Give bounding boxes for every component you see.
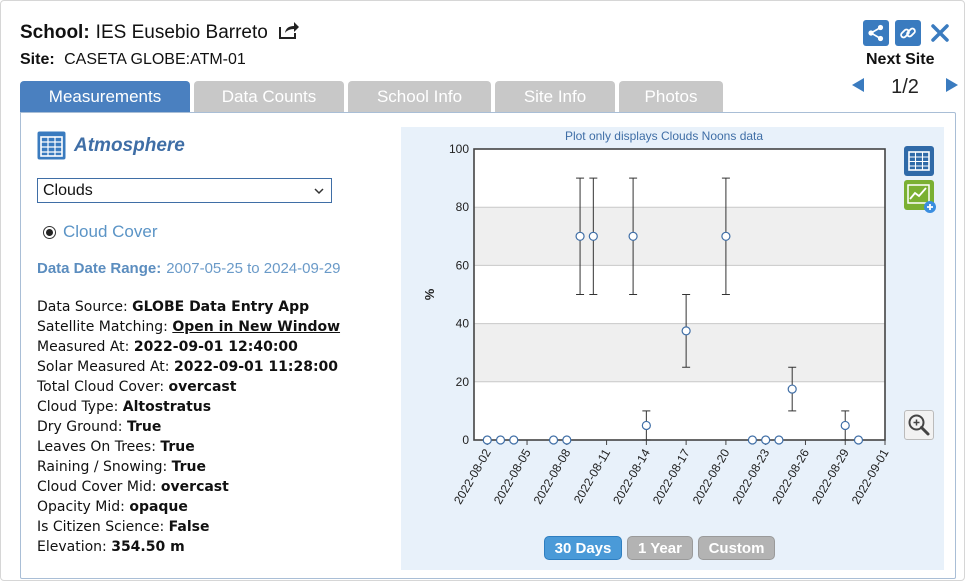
range-1-year-button[interactable]: 1 Year <box>627 536 693 560</box>
site-label: Site: <box>20 51 55 68</box>
range-30-days-button[interactable]: 30 Days <box>544 536 622 560</box>
detail-label: Leaves On Trees: <box>37 439 156 455</box>
detail-label: Measured At: <box>37 339 130 355</box>
detail-row: Solar Measured At: 2022-09-01 11:28:00 <box>37 357 340 377</box>
detail-row: Measured At: 2022-09-01 12:40:00 <box>37 337 340 357</box>
range-buttons: 30 Days 1 Year Custom <box>544 536 775 560</box>
external-link-icon[interactable] <box>278 20 300 46</box>
detail-value: GLOBE Data Entry App <box>132 299 310 315</box>
detail-label: Total Cloud Cover: <box>37 379 165 395</box>
detail-label: Raining / Snowing: <box>37 459 168 475</box>
chevron-down-icon <box>314 188 324 195</box>
detail-label: Opacity Mid: <box>37 499 125 515</box>
detail-value: 2022-09-01 12:40:00 <box>133 339 298 355</box>
detail-label: Is Citizen Science: <box>37 519 165 535</box>
detail-label: Data Source: <box>37 299 128 315</box>
detail-label: Satellite Matching: <box>37 319 168 335</box>
detail-value: 2022-09-01 11:28:00 <box>173 359 339 375</box>
tab-data-counts[interactable]: Data Counts <box>194 81 344 113</box>
date-range-value: 2007-05-25 to 2024-09-29 <box>166 260 341 277</box>
detail-value: True <box>126 419 162 435</box>
table-view-icon[interactable] <box>904 146 934 176</box>
next-site-icon[interactable] <box>944 77 960 98</box>
detail-label: Elevation: <box>37 539 107 555</box>
date-range-label: Data Date Range: <box>37 260 162 277</box>
cloud-cover-label: Cloud Cover <box>63 222 158 241</box>
detail-row: Leaves On Trees: True <box>37 437 340 457</box>
detail-row: Satellite Matching: Open in New Window <box>37 317 340 337</box>
school-name: IES Eusebio Barreto <box>95 22 268 43</box>
next-site-label: Next Site <box>866 51 935 68</box>
tab-site-info[interactable]: Site Info <box>495 81 615 113</box>
detail-label: Dry Ground: <box>37 419 123 435</box>
cloud-cover-radio[interactable] <box>43 225 56 239</box>
detail-value: overcast <box>160 479 229 495</box>
protocol-select[interactable]: Clouds <box>37 178 332 203</box>
detail-value: False <box>168 519 210 535</box>
pager-count: 1/2 <box>891 76 919 98</box>
detail-label: Solar Measured At: <box>37 359 170 375</box>
detail-row: Is Citizen Science: False <box>37 517 340 537</box>
detail-row: Dry Ground: True <box>37 417 340 437</box>
zoom-in-icon[interactable] <box>904 410 934 440</box>
satellite-matching-link[interactable]: Open in New Window <box>172 319 340 335</box>
detail-value: True <box>171 459 207 475</box>
site-name: CASETA GLOBE:ATM-01 <box>64 51 246 68</box>
detail-row: Total Cloud Cover: overcast <box>37 377 340 397</box>
chart-note: Plot only displays Clouds Noons data <box>564 129 764 143</box>
tab-bar: Measurements Data Counts School Info Sit… <box>20 81 727 113</box>
cloud-cover-radio-row[interactable]: Cloud Cover <box>43 222 158 242</box>
detail-row: Opacity Mid: opaque <box>37 497 340 517</box>
table-icon <box>37 131 66 160</box>
atmosphere-heading: Atmosphere <box>37 131 185 160</box>
chart-area: Plot only displays Clouds Noons data <box>401 127 944 570</box>
protocol-select-value: Clouds <box>43 181 93 199</box>
detail-value: overcast <box>168 379 237 395</box>
detail-row: Cloud Type: Altostratus <box>37 397 340 417</box>
measurement-details: Data Source: GLOBE Data Entry App Satelli… <box>37 297 340 557</box>
share-icon[interactable] <box>863 20 889 46</box>
close-icon[interactable] <box>927 20 953 46</box>
detail-value: True <box>160 439 195 455</box>
detail-label: Cloud Cover Mid: <box>37 479 157 495</box>
range-custom-button[interactable]: Custom <box>698 536 775 560</box>
school-heading: School: IES Eusebio Barreto <box>20 20 300 46</box>
site-heading: Site: CASETA GLOBE:ATM-01 <box>20 51 246 69</box>
detail-row: Elevation: 354.50 m <box>37 537 340 557</box>
tab-school-info[interactable]: School Info <box>348 81 491 113</box>
tab-photos[interactable]: Photos <box>619 81 723 113</box>
tab-measurements[interactable]: Measurements <box>20 81 190 113</box>
detail-row: Raining / Snowing: True <box>37 457 340 477</box>
detail-value: opaque <box>129 499 188 515</box>
prev-site-icon[interactable] <box>850 77 866 98</box>
detail-value: Altostratus <box>122 399 212 415</box>
add-chart-icon[interactable] <box>904 180 936 213</box>
top-actions <box>863 20 953 46</box>
detail-row: Cloud Cover Mid: overcast <box>37 477 340 497</box>
detail-label: Cloud Type: <box>37 399 119 415</box>
site-pager: 1/2 <box>850 76 960 99</box>
atmosphere-title: Atmosphere <box>74 134 185 156</box>
school-label: School: <box>20 22 90 43</box>
data-date-range: Data Date Range: 2007-05-25 to 2024-09-29 <box>37 260 341 277</box>
link-icon[interactable] <box>895 20 921 46</box>
detail-value: 354.50 m <box>111 539 185 555</box>
detail-row: Data Source: GLOBE Data Entry App <box>37 297 340 317</box>
